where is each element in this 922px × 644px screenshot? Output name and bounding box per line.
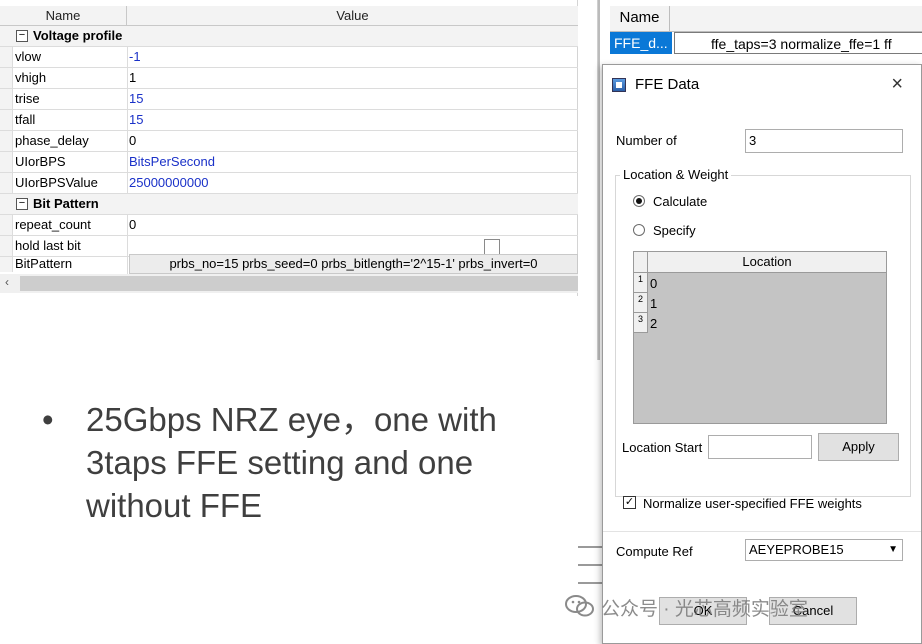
property-value[interactable]: -1 xyxy=(129,47,578,67)
property-row-bitpattern[interactable]: BitPattern prbs_no=15 prbs_seed=0 prbs_b… xyxy=(0,254,578,275)
category-bit-pattern[interactable]: − Bit Pattern xyxy=(0,194,578,215)
property-value[interactable]: BitsPerSecond xyxy=(129,152,578,172)
location-table: Location 1 0 2 1 3 2 xyxy=(633,251,887,424)
normalize-checkbox[interactable]: ✓ xyxy=(623,496,636,509)
location-column-header[interactable]: Location xyxy=(648,252,886,273)
category-label: Voltage profile xyxy=(33,28,123,43)
grid-header: Name Value xyxy=(0,6,578,26)
table-header: Name xyxy=(610,6,922,32)
app-window-icon xyxy=(612,78,626,92)
window-edge xyxy=(598,0,600,360)
dropdown-arrow-icon[interactable]: ▼ xyxy=(888,540,898,560)
property-row-uiorbps[interactable]: UIorBPS BitsPerSecond xyxy=(0,152,578,173)
property-row-phase-delay[interactable]: phase_delay 0 xyxy=(0,131,578,152)
property-grid: Name Value − Voltage profile vlow -1 vhi… xyxy=(0,0,578,296)
property-name: repeat_count xyxy=(0,215,128,235)
property-name: tfall xyxy=(0,110,128,130)
property-row-tfall[interactable]: tfall 15 xyxy=(0,110,578,131)
collapse-icon[interactable]: − xyxy=(16,198,28,210)
watermark: 公众号 · 光芯高频实验室 xyxy=(565,590,915,626)
compute-ref-select[interactable]: AEYEPROBE15 ▼ xyxy=(745,539,903,561)
property-value xyxy=(129,236,578,256)
location-start-input[interactable] xyxy=(708,435,812,459)
bullet-icon: • xyxy=(42,401,54,438)
row-header[interactable]: 2 xyxy=(634,293,648,313)
property-name: UIorBPSValue xyxy=(0,173,128,193)
property-value[interactable]: 1 xyxy=(129,68,578,88)
divider xyxy=(578,546,602,548)
apply-button[interactable]: Apply xyxy=(818,433,899,461)
slide-bullet-text: 25Gbps NRZ eye，one with 3taps FFE settin… xyxy=(86,401,497,524)
scroll-left-icon[interactable]: ‹ xyxy=(5,275,9,289)
compute-ref-value: AEYEPROBE15 xyxy=(749,542,844,557)
divider xyxy=(603,531,921,532)
property-name: vlow xyxy=(0,47,128,67)
bitpattern-value[interactable]: prbs_no=15 prbs_seed=0 prbs_bitlength='2… xyxy=(129,254,578,274)
watermark-text: 公众号 · 光芯高频实验室 xyxy=(601,599,808,620)
location-cell[interactable]: 1 xyxy=(650,294,657,314)
property-row-vlow[interactable]: vlow -1 xyxy=(0,47,578,68)
location-cell[interactable]: 0 xyxy=(650,274,657,294)
ffe-data-dialog: FFE Data × Number of 3 Location & Weight… xyxy=(602,64,922,644)
name-column-header[interactable]: Name xyxy=(0,6,127,26)
horizontal-scrollbar[interactable]: ‹ xyxy=(0,274,578,293)
category-label: Bit Pattern xyxy=(33,196,99,211)
row-name-cell[interactable]: FFE_d... xyxy=(610,32,672,54)
number-of-input[interactable]: 3 xyxy=(745,129,903,153)
property-row-uiorbpsvalue[interactable]: UIorBPSValue 25000000000 xyxy=(0,173,578,194)
property-row-repeat-count[interactable]: repeat_count 0 xyxy=(0,215,578,236)
table-corner[interactable] xyxy=(634,252,648,273)
name-column-header[interactable]: Name xyxy=(610,6,670,32)
table-row[interactable]: FFE_d... ffe_taps=3 normalize_ffe=1 ff xyxy=(610,32,922,54)
wechat-icon xyxy=(565,595,594,617)
normalize-label[interactable]: Normalize user-specified FFE weights xyxy=(643,496,862,511)
property-value[interactable]: 0 xyxy=(129,215,578,235)
row-header[interactable]: 1 xyxy=(634,273,648,293)
collapse-icon[interactable]: − xyxy=(16,30,28,42)
property-name: trise xyxy=(0,89,128,109)
calculate-label[interactable]: Calculate xyxy=(653,194,707,209)
value-column-header[interactable]: Value xyxy=(127,6,578,26)
property-name: hold last bit xyxy=(0,236,128,256)
property-value[interactable]: 0 xyxy=(129,131,578,151)
location-cell[interactable]: 2 xyxy=(650,314,657,334)
location-start-label: Location Start xyxy=(622,440,703,455)
row-header[interactable]: 3 xyxy=(634,313,648,333)
dialog-titlebar[interactable]: FFE Data × xyxy=(603,65,921,105)
dialog-title: FFE Data xyxy=(635,76,700,93)
property-name: UIorBPS xyxy=(0,152,128,172)
scrollbar-thumb[interactable] xyxy=(20,276,578,291)
specify-radio[interactable] xyxy=(633,224,645,236)
property-name: vhigh xyxy=(0,68,128,88)
number-of-label: Number of xyxy=(616,133,677,148)
specify-label[interactable]: Specify xyxy=(653,223,696,238)
compute-ref-label: Compute Ref xyxy=(616,544,693,559)
property-row-vhigh[interactable]: vhigh 1 xyxy=(0,68,578,89)
property-name: phase_delay xyxy=(0,131,128,151)
background-lines xyxy=(578,536,602,586)
category-voltage-profile[interactable]: − Voltage profile xyxy=(0,26,578,47)
property-row-trise[interactable]: trise 15 xyxy=(0,89,578,110)
hold-last-bit-checkbox[interactable] xyxy=(484,239,500,255)
group-label: Location & Weight xyxy=(620,167,732,182)
property-value[interactable]: 15 xyxy=(129,89,578,109)
row-value-cell[interactable]: ffe_taps=3 normalize_ffe=1 ff xyxy=(674,32,922,54)
property-value[interactable]: 15 xyxy=(129,110,578,130)
divider xyxy=(578,564,602,566)
divider xyxy=(578,582,602,584)
property-value[interactable]: 25000000000 xyxy=(129,173,578,193)
close-icon[interactable]: × xyxy=(891,73,903,96)
calculate-radio[interactable] xyxy=(633,195,645,207)
property-name: BitPattern xyxy=(0,254,128,274)
